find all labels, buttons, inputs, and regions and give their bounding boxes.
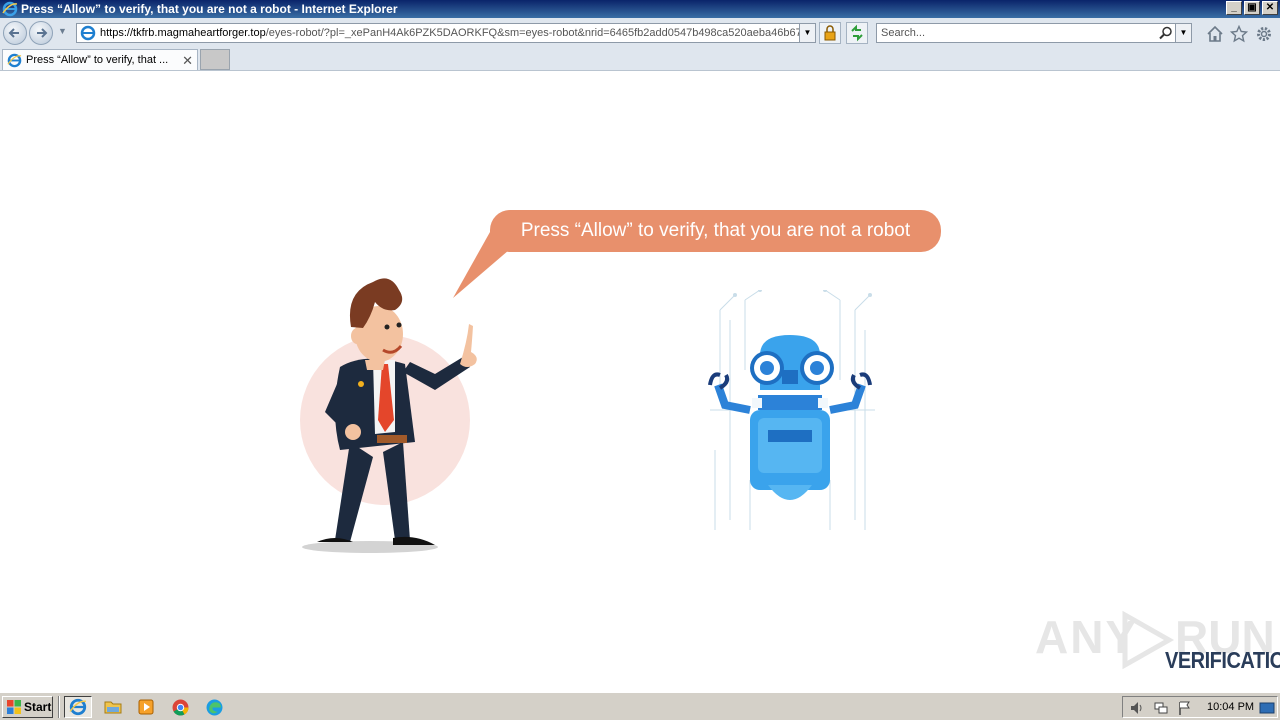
flag-icon[interactable] [1177,700,1193,716]
address-host: https://tkfrb.magmaheartforger.top [100,27,266,39]
refresh-button[interactable] [846,22,868,44]
taskbar-media-player[interactable] [132,696,160,718]
home-icon[interactable] [1206,25,1224,43]
start-label: Start [24,700,52,714]
media-player-icon [138,699,154,715]
speech-bubble-text: Press “Allow” to verify, that you are no… [520,220,911,241]
taskbar-edge[interactable] [200,696,228,718]
forward-button[interactable] [29,21,53,45]
window-title: Press “Allow” to verify, that you are no… [21,2,398,16]
taskbar-chrome[interactable] [166,696,194,718]
navigation-bar: ▼ https://tkfrb.magmaheartforger.top/eye… [0,18,1280,48]
ie-icon [69,698,87,716]
windows-logo-icon [7,700,21,714]
star-icon[interactable] [1230,25,1248,43]
tab-label: Press “Allow” to verify, that ... [26,54,169,66]
start-button[interactable]: Start [2,696,53,718]
search-provider-dropdown[interactable]: ▼ [1175,24,1191,42]
search-box[interactable]: ▼ [876,23,1192,43]
window-title-bar: Press “Allow” to verify, that you are no… [0,0,1280,18]
taskbar-separator [58,696,60,718]
ie-icon [2,1,18,17]
tab-bar: Press “Allow” to verify, that ... ✕ [0,48,1280,71]
gear-icon[interactable] [1255,25,1273,43]
address-bar[interactable]: https://tkfrb.magmaheartforger.top/eyes-… [76,23,816,43]
robot-illustration [708,290,875,530]
system-tray: 10:04 PM [1122,696,1278,718]
search-icon[interactable] [1159,26,1173,40]
anyrun-watermark: ANY RUN VERIFICATION [1035,610,1280,680]
businessman-illustration [300,278,477,553]
ie-icon [80,25,96,41]
edge-icon [206,699,222,715]
show-desktop-icon[interactable] [1259,700,1275,716]
history-dropdown[interactable]: ▼ [58,26,67,36]
watermark-verification: VERIFICATION [1165,648,1280,674]
taskbar-internet-explorer[interactable] [64,696,92,718]
restore-button[interactable]: ▣ [1244,1,1260,15]
refresh-icon [851,24,863,42]
page-content: Press “Allow” to verify, that you are no… [0,72,1280,692]
network-icon[interactable] [1153,700,1169,716]
back-button[interactable] [3,21,27,45]
speech-bubble: Press “Allow” to verify, that you are no… [490,210,941,252]
address-url[interactable]: https://tkfrb.magmaheartforger.top/eyes-… [100,27,800,39]
new-tab-button[interactable] [200,49,230,70]
search-input[interactable] [877,27,1147,39]
taskbar: Start 10:04 PM [0,692,1280,720]
folder-icon [104,701,122,714]
close-window-button[interactable]: ✕ [1262,1,1278,15]
address-path: /eyes-robot/?pl=_xePanH4Ak6PZK5DAORKFQ&s… [265,27,800,39]
address-dropdown[interactable]: ▼ [799,24,815,42]
ie-icon [7,53,22,67]
tab-active[interactable]: Press “Allow” to verify, that ... ✕ [2,49,198,70]
taskbar-file-explorer[interactable] [99,696,127,718]
speaker-icon[interactable] [1129,700,1145,716]
minimize-button[interactable]: _ [1226,1,1242,15]
clock[interactable]: 10:04 PM [1207,701,1254,713]
back-arrow-icon [8,28,19,38]
security-button[interactable] [819,22,841,44]
close-icon[interactable]: ✕ [182,53,193,69]
forward-arrow-icon [37,28,48,38]
lock-icon [824,25,836,41]
chrome-icon [172,699,188,716]
